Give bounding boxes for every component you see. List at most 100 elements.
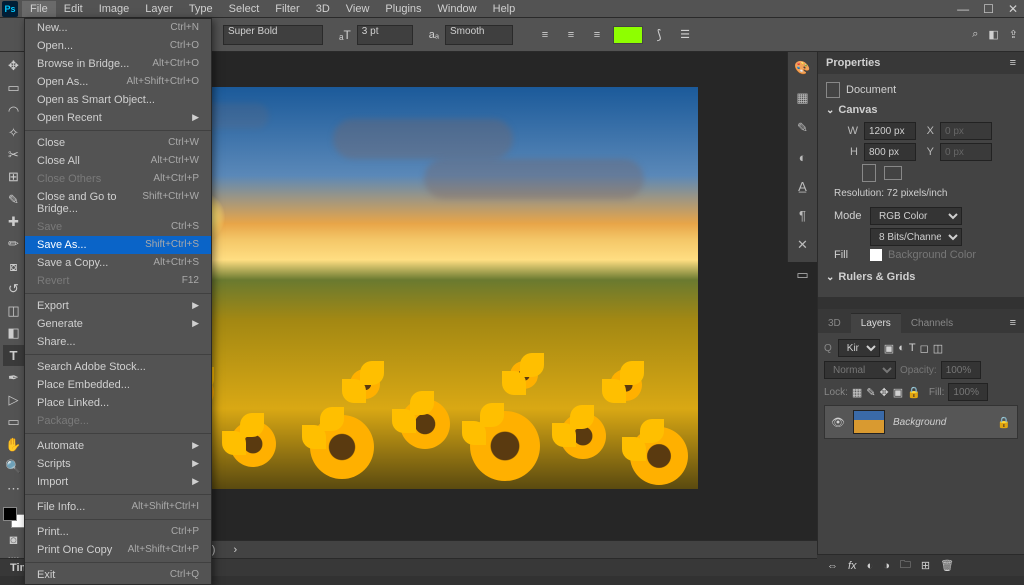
menuitem-open-as-smart-object[interactable]: Open as Smart Object... (25, 91, 211, 109)
new-layer-icon[interactable]: ⊞ (921, 559, 930, 572)
eraser-tool[interactable]: ◫ (3, 301, 25, 321)
tab-3d[interactable]: 3D (818, 314, 851, 333)
menu-filter[interactable]: Filter (267, 1, 307, 17)
portrait-icon[interactable] (862, 164, 876, 182)
fill-swatch[interactable] (870, 249, 882, 261)
menu-type[interactable]: Type (181, 1, 221, 17)
maximize-icon[interactable]: ☐ (983, 2, 994, 16)
tab-channels[interactable]: Channels (901, 314, 963, 333)
wand-tool[interactable]: ✧ (3, 123, 25, 143)
menuitem-open[interactable]: Open...Ctrl+O (25, 37, 211, 55)
blend-mode-select[interactable]: Normal (824, 361, 896, 379)
history-brush-tool[interactable]: ↺ (3, 279, 25, 299)
kind-filter-select[interactable]: Kind (838, 339, 880, 357)
link-layers-icon[interactable]: ⇔ (827, 560, 838, 572)
fg-bg-colors[interactable] (3, 507, 25, 527)
menu-file[interactable]: File (22, 1, 56, 17)
warp-text-button[interactable]: ⟆ (649, 25, 669, 45)
menu-layer[interactable]: Layer (137, 1, 181, 17)
aa-select[interactable]: Smooth (445, 25, 513, 45)
adjustment-icon[interactable]: ◑ (883, 560, 890, 572)
stamp-tool[interactable]: ⧇ (3, 256, 25, 276)
menuitem-save-as[interactable]: Save As...Shift+Ctrl+S (25, 236, 211, 254)
lock-pixels-icon[interactable]: ▦ (852, 386, 862, 399)
brushes-panel-icon[interactable]: ✎ (797, 120, 808, 136)
heal-tool[interactable]: ✚ (3, 212, 25, 232)
menu-plugins[interactable]: Plugins (377, 1, 429, 17)
lock-icon[interactable]: 🔒 (997, 416, 1011, 429)
menuitem-print-one-copy[interactable]: Print One CopyAlt+Shift+Ctrl+P (25, 541, 211, 559)
character-panel-icon[interactable]: A̲ (798, 179, 807, 194)
filter-smart-icon[interactable]: ◫ (933, 342, 943, 355)
filter-shape-icon[interactable]: ◻ (920, 342, 929, 355)
menuitem-automate[interactable]: Automate▶ (25, 437, 211, 455)
visibility-icon[interactable]: 👁 (831, 416, 845, 429)
mask-icon[interactable]: ◐ (867, 560, 874, 572)
menuitem-import[interactable]: Import▶ (25, 473, 211, 491)
menuitem-exit[interactable]: ExitCtrl+Q (25, 566, 211, 584)
opacity-input[interactable] (941, 361, 981, 379)
menuitem-place-embedded[interactable]: Place Embedded... (25, 376, 211, 394)
lock-move-icon[interactable]: ✥ (880, 386, 889, 399)
align-left-button[interactable]: ≡ (535, 25, 555, 45)
width-input[interactable] (864, 122, 916, 140)
paragraph-panel-button[interactable]: ☰ (675, 25, 695, 45)
group-icon[interactable]: 🗀 (900, 556, 911, 575)
properties-panel-header[interactable]: Properties ≡ (818, 52, 1024, 74)
shape-tool[interactable]: ▭ (3, 412, 25, 432)
swatches-panel-icon[interactable]: ▦ (796, 90, 808, 106)
libraries-panel-icon[interactable]: ✕ (797, 237, 808, 253)
panel-menu-icon[interactable]: ≡ (1010, 57, 1016, 69)
move-tool[interactable]: ✥ (3, 56, 25, 76)
brush-tool[interactable]: ✏ (3, 234, 25, 254)
menuitem-scripts[interactable]: Scripts▶ (25, 455, 211, 473)
filter-type-icon[interactable]: T (909, 342, 916, 354)
gradient-tool[interactable]: ◧ (3, 323, 25, 343)
menuitem-share[interactable]: Share... (25, 333, 211, 351)
menu-select[interactable]: Select (221, 1, 268, 17)
menuitem-browse-in-bridge[interactable]: Browse in Bridge...Alt+Ctrl+O (25, 55, 211, 73)
menuitem-save-a-copy[interactable]: Save a Copy...Alt+Ctrl+S (25, 254, 211, 272)
minimize-icon[interactable]: — (957, 2, 969, 16)
menu-view[interactable]: View (338, 1, 378, 17)
font-size-select[interactable]: 3 pt (357, 25, 413, 45)
search-icon[interactable]: ⌕ (972, 28, 978, 41)
menuitem-open-recent[interactable]: Open Recent▶ (25, 109, 211, 127)
menuitem-print[interactable]: Print...Ctrl+P (25, 523, 211, 541)
marquee-tool[interactable]: ▭ (3, 78, 25, 98)
type-tool[interactable]: T (3, 345, 25, 365)
menuitem-generate[interactable]: Generate▶ (25, 315, 211, 333)
lock-artboard-icon[interactable]: ▣ (893, 386, 903, 399)
pen-tool[interactable]: ✒ (3, 368, 25, 388)
mode-select[interactable]: RGB Color (870, 207, 962, 225)
menuitem-place-linked[interactable]: Place Linked... (25, 394, 211, 412)
trash-icon[interactable]: 🗑 (940, 559, 954, 572)
lock-paint-icon[interactable]: ✎ (866, 386, 875, 399)
menuitem-close[interactable]: CloseCtrl+W (25, 134, 211, 152)
canvas-section-header[interactable]: ⌄ Canvas (826, 104, 1016, 116)
quick-mask-tool[interactable]: ◙ (3, 530, 25, 550)
hand-tool[interactable]: ✋ (3, 435, 25, 455)
depth-select[interactable]: 8 Bits/Channel (870, 228, 962, 246)
frame-tool[interactable]: ⊞ (3, 167, 25, 187)
color-panel-icon[interactable]: 🎨 (794, 60, 810, 76)
menuitem-new[interactable]: New...Ctrl+N (25, 19, 211, 37)
menuitem-export[interactable]: Export▶ (25, 297, 211, 315)
font-weight-select[interactable]: Super Bold (223, 25, 323, 45)
path-tool[interactable]: ▷ (3, 390, 25, 410)
arrange-icon[interactable]: ◧ (988, 28, 998, 41)
menu-3d[interactable]: 3D (308, 1, 338, 17)
paragraph-panel-icon[interactable]: ¶ (799, 208, 806, 223)
history-panel-icon[interactable]: ▭ (796, 267, 808, 283)
adjust-panel-icon[interactable]: ◐ (799, 150, 807, 165)
height-input[interactable] (864, 143, 916, 161)
lasso-tool[interactable]: ◠ (3, 101, 25, 121)
layer-thumbnail[interactable] (853, 410, 885, 434)
menu-window[interactable]: Window (430, 1, 485, 17)
menu-image[interactable]: Image (91, 1, 138, 17)
layer-name[interactable]: Background (893, 417, 946, 428)
menu-help[interactable]: Help (485, 1, 524, 17)
fx-icon[interactable]: fx (848, 560, 857, 572)
align-center-button[interactable]: ≡ (561, 25, 581, 45)
filter-image-icon[interactable]: ▣ (884, 342, 894, 355)
